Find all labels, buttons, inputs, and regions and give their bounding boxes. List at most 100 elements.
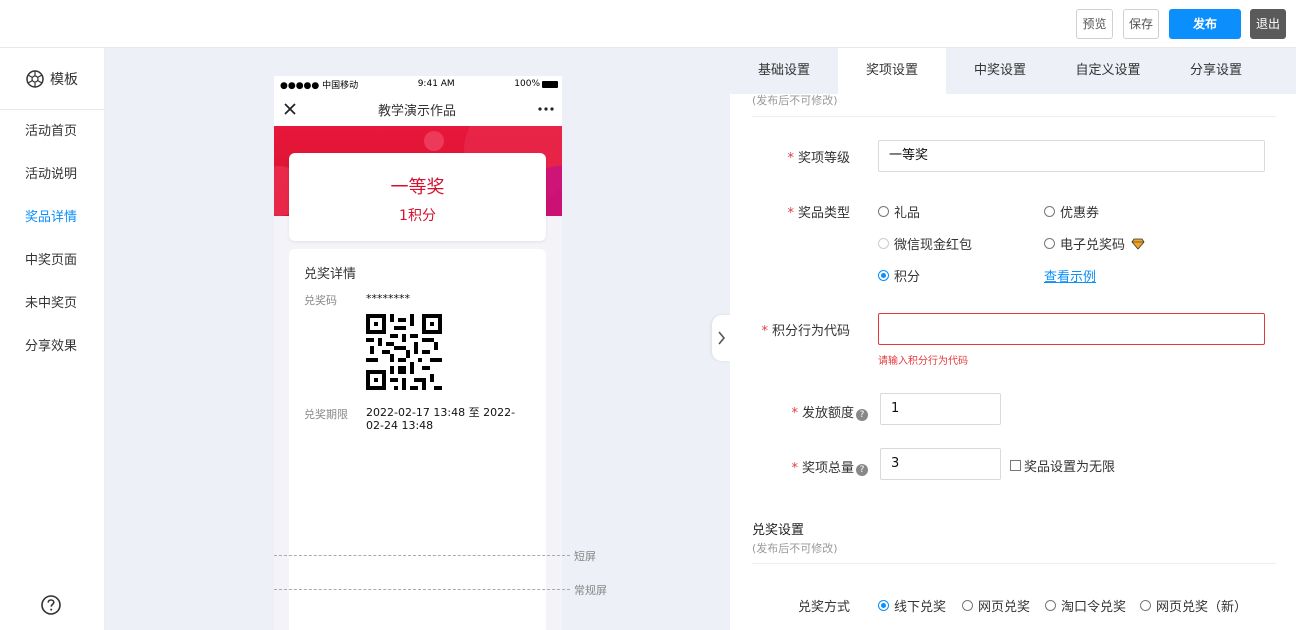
type-ecode-label: 电子兑奖码 <box>1060 238 1126 253</box>
template-button[interactable]: 模板 <box>0 48 104 110</box>
type-label-text: 奖品类型 <box>797 206 850 221</box>
level-label: * 奖项等级 <box>787 151 850 166</box>
phone-preview: ●●●●● 中国移动 9:41 AM 100% 教学演示作品 一等奖 1积分 兑… <box>274 76 562 630</box>
radio-dot <box>1140 600 1151 611</box>
regular-screen-line <box>274 589 570 590</box>
exit-button[interactable]: 退出 <box>1250 9 1286 39</box>
redeem-web-new-radio[interactable]: 网页兑奖（新） <box>1140 596 1247 615</box>
code-label: 兑奖码 <box>304 294 337 307</box>
redeem-offline-radio[interactable]: 线下兑奖 <box>878 596 946 615</box>
sidebar-item-share[interactable]: 分享效果 <box>0 325 104 368</box>
points-code-label-text: 积分行为代码 <box>771 324 850 339</box>
regular-screen-label: 常规屏 <box>572 582 607 598</box>
unlimited-label: 奖品设置为无限 <box>1024 460 1116 475</box>
tab-basic[interactable]: 基础设置 <box>730 48 838 94</box>
total-input[interactable]: 3 <box>880 448 1001 480</box>
sidebar-item-win-page[interactable]: 中奖页面 <box>0 239 104 282</box>
type-coupon-radio[interactable]: 优惠券 <box>1044 202 1099 221</box>
unlimited-checkbox[interactable]: 奖品设置为无限 <box>1010 456 1115 475</box>
code-value: ******** <box>366 292 410 305</box>
help-icon[interactable]: ? <box>856 464 868 476</box>
level-input[interactable]: 一等奖 <box>878 140 1265 172</box>
redeem-offline-label: 线下兑奖 <box>894 600 947 615</box>
code-row: 兑奖码 ******** <box>304 292 531 308</box>
radio-dot <box>878 238 889 249</box>
battery-icon <box>542 80 558 88</box>
redeem-section-title: 兑奖设置 <box>752 523 805 538</box>
settings-panel: 基础设置 奖项设置 中奖设置 自定义设置 分享设置 (发布后不可修改) * 奖项等… <box>730 48 1296 630</box>
type-gift-label: 礼品 <box>894 206 921 221</box>
type-coupon-label: 优惠券 <box>1060 206 1100 221</box>
short-screen-label: 短屏 <box>572 548 596 564</box>
chevron-right-icon <box>718 331 726 345</box>
view-example-link[interactable]: 查看示例 <box>1044 266 1096 285</box>
qr-code <box>366 314 531 394</box>
checkbox-box <box>1010 460 1021 471</box>
tab-winning[interactable]: 中奖设置 <box>946 48 1054 94</box>
radio-dot <box>962 600 973 611</box>
aperture-icon <box>26 69 44 88</box>
redeem-web-label: 网页兑奖 <box>978 600 1031 615</box>
amount-input[interactable]: 1 <box>880 393 1001 425</box>
close-icon[interactable] <box>284 103 296 115</box>
total-label: * 奖项总量? <box>752 457 868 476</box>
period-label: 兑奖期限 <box>304 408 348 421</box>
more-icon[interactable] <box>538 107 554 111</box>
level-label-text: 奖项等级 <box>797 151 850 166</box>
clock-text: 9:41 AM <box>417 79 455 89</box>
help-icon[interactable]: ? <box>856 409 868 421</box>
battery-indicator: 100% <box>514 79 558 89</box>
detail-title: 兑奖详情 <box>304 267 357 282</box>
preview-canvas: ●●●●● 中国移动 9:41 AM 100% 教学演示作品 一等奖 1积分 兑… <box>105 48 730 630</box>
top-toolbar: 预览 保存 发布 退出 <box>0 0 1296 48</box>
type-gift-radio[interactable]: 礼品 <box>878 202 920 221</box>
radio-dot <box>878 206 889 217</box>
question-circle-icon[interactable] <box>41 595 61 615</box>
sidebar-item-description[interactable]: 活动说明 <box>0 153 104 196</box>
collapse-panel-handle[interactable] <box>712 315 730 361</box>
redeem-note: (发布后不可修改) <box>752 542 838 555</box>
prize-name: 一等奖 <box>390 177 445 198</box>
period-value: 2022-02-17 13:48 至 2022-02-24 13:48 <box>366 406 516 432</box>
redeem-detail-card: 兑奖详情 兑奖码 ******** 兑奖期限 2022-02-17 13:48 … <box>289 249 546 630</box>
tab-share[interactable]: 分享设置 <box>1162 48 1270 94</box>
redeem-web-radio[interactable]: 网页兑奖 <box>962 596 1030 615</box>
type-wechat-red-label: 微信现金红包 <box>894 238 973 253</box>
amount-label: * 发放额度? <box>752 402 868 421</box>
amount-label-text: 发放额度 <box>801 406 854 421</box>
publish-button[interactable]: 发布 <box>1169 9 1241 39</box>
sidebar-item-prize-detail[interactable]: 奖品详情 <box>0 196 104 239</box>
tab-prize[interactable]: 奖项设置 <box>838 48 946 94</box>
preview-button[interactable]: 预览 <box>1076 9 1113 39</box>
type-points-label: 积分 <box>894 270 921 285</box>
period-row: 兑奖期限 2022-02-17 13:48 至 2022-02-24 13:48 <box>304 406 531 432</box>
prize-points: 1积分 <box>399 208 436 224</box>
radio-dot <box>1044 238 1055 249</box>
type-wechat-red-radio[interactable]: 微信现金红包 <box>878 234 972 253</box>
total-label-text: 奖项总量 <box>801 461 854 476</box>
phone-title: 教学演示作品 <box>377 103 456 119</box>
type-ecode-radio[interactable]: 电子兑奖码 <box>1044 234 1145 253</box>
page-sidebar: 模板 活动首页 活动说明 奖品详情 中奖页面 未中奖页 分享效果 <box>0 48 105 630</box>
short-screen-line <box>274 555 570 556</box>
sidebar-item-lose-page[interactable]: 未中奖页 <box>0 282 104 325</box>
radio-dot-selected <box>878 600 889 611</box>
radio-dot <box>1045 600 1056 611</box>
save-button[interactable]: 保存 <box>1123 9 1159 39</box>
redeem-web-new-label: 网页兑奖（新） <box>1156 600 1248 615</box>
prize-card: 一等奖 1积分 <box>289 153 546 241</box>
radio-dot <box>1044 206 1055 217</box>
redeem-taobao-radio[interactable]: 淘口令兑奖 <box>1045 596 1126 615</box>
top-note: (发布后不可修改) <box>752 94 838 107</box>
type-points-radio[interactable]: 积分 <box>878 266 920 285</box>
tab-custom[interactable]: 自定义设置 <box>1054 48 1162 94</box>
points-code-input[interactable] <box>878 313 1265 345</box>
diamond-icon <box>1131 238 1145 250</box>
sidebar-item-home[interactable]: 活动首页 <box>0 110 104 153</box>
type-label: * 奖品类型 <box>787 206 850 221</box>
redeem-method-label: 兑奖方式 <box>797 600 850 615</box>
radio-dot-selected <box>878 270 889 281</box>
battery-text: 100% <box>514 79 540 89</box>
template-label: 模板 <box>50 71 78 88</box>
divider <box>752 563 1276 564</box>
